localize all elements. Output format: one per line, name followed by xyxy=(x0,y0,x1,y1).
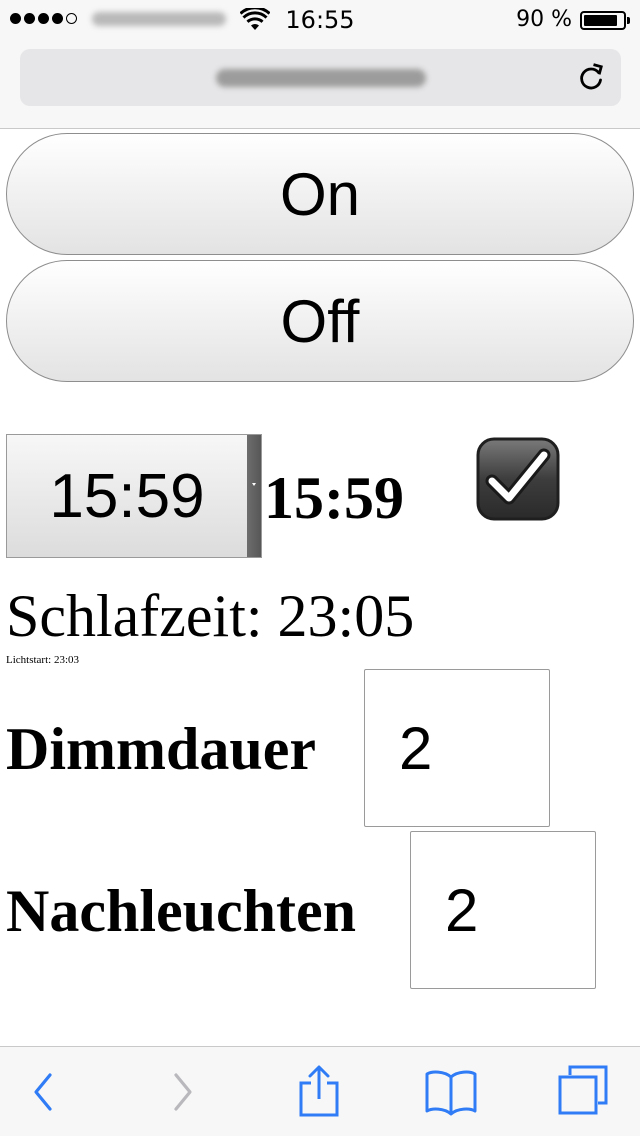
lichtstart-text: Lichtstart: 23:03 xyxy=(6,654,80,666)
back-icon[interactable] xyxy=(28,1067,60,1117)
battery-percentage: 90 % xyxy=(516,7,572,32)
nachleuchten-input[interactable]: 2 xyxy=(410,831,596,989)
url-blurred xyxy=(216,69,426,87)
address-bar[interactable] xyxy=(20,49,621,106)
tabs-icon[interactable] xyxy=(556,1063,610,1117)
off-button[interactable]: Off xyxy=(6,260,634,382)
browser-address-area xyxy=(0,40,640,129)
time-display: 15:59 xyxy=(264,465,404,531)
reload-icon[interactable] xyxy=(576,63,606,93)
dimmdauer-label: Dimmdauer xyxy=(6,716,316,782)
time-select-value: 15:59 xyxy=(49,461,205,531)
checkbox-checked[interactable] xyxy=(476,437,560,521)
browser-toolbar xyxy=(0,1046,640,1136)
schlafzeit-text: Schlafzeit: 23:05 xyxy=(6,583,415,649)
dropdown-arrow-icon xyxy=(252,483,256,486)
nachleuchten-label: Nachleuchten xyxy=(6,878,356,944)
status-bar: 16:55 90 % xyxy=(0,0,640,40)
time-select[interactable]: 15:59 xyxy=(6,434,262,558)
dimmdauer-input[interactable]: 2 xyxy=(364,669,550,827)
select-arrow xyxy=(247,435,261,557)
bookmarks-icon[interactable] xyxy=(424,1067,478,1117)
battery-icon xyxy=(580,11,630,30)
share-icon[interactable] xyxy=(296,1063,342,1119)
forward-icon[interactable] xyxy=(166,1067,198,1117)
on-button[interactable]: On xyxy=(6,133,634,255)
